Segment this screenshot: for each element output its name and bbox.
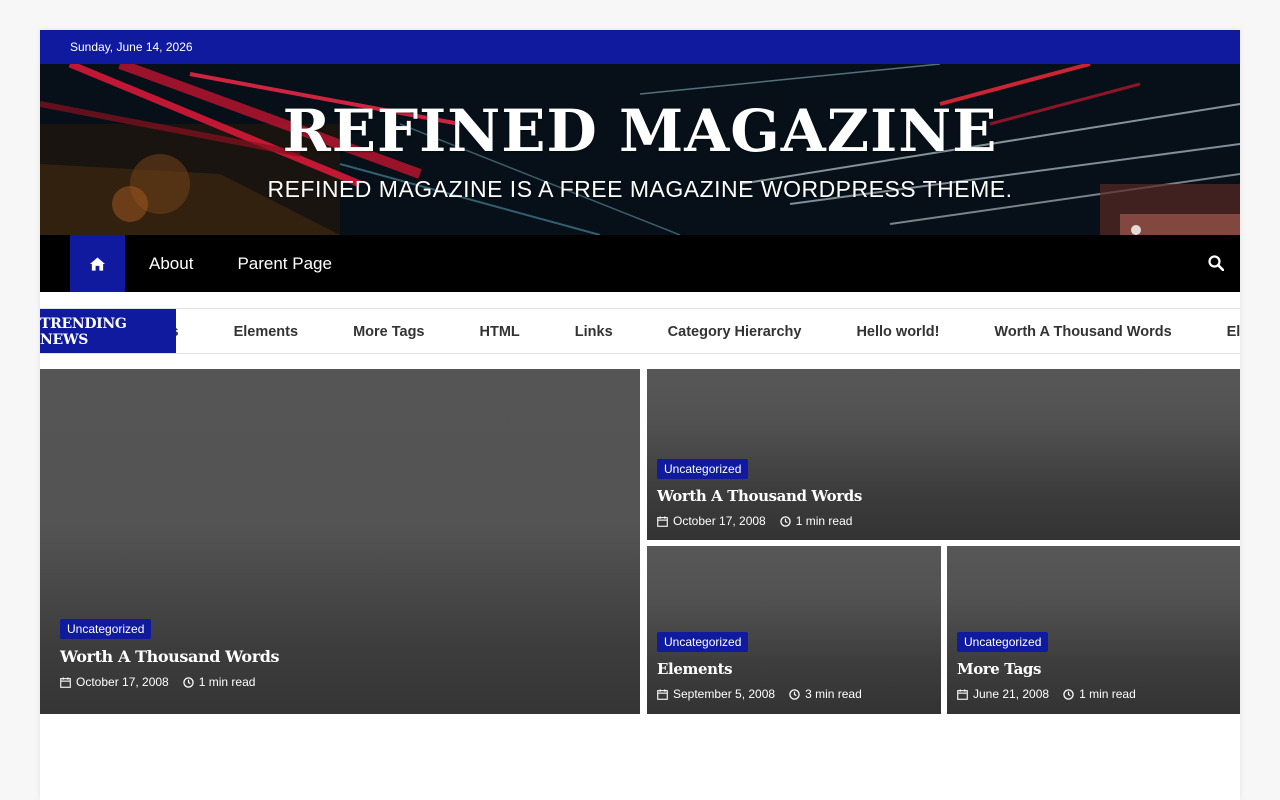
trending-news-ticker: TRENDING NEWS rds Elements More Tags HTM…: [40, 308, 1240, 354]
ticker-item[interactable]: Hello world!: [856, 324, 939, 340]
ticker-item[interactable]: Worth A Thousand Words: [994, 324, 1171, 340]
top-bar: Sunday, June 14, 2026: [40, 30, 1240, 64]
ticker-item[interactable]: Elem: [1227, 324, 1240, 340]
ticker-item[interactable]: Links: [575, 324, 613, 340]
search-button[interactable]: [1206, 253, 1226, 273]
page: Sunday, June 14, 2026 REFINED MAGAZINE R…: [40, 30, 1240, 800]
featured-posts-grid: Uncategorized Worth A Thousand Words Oct…: [40, 369, 1240, 714]
site-tagline: REFINED MAGAZINE IS A FREE MAGAZINE WORD…: [267, 176, 1013, 202]
home-icon: [90, 256, 105, 271]
clock-icon: [1063, 688, 1074, 700]
post-date[interactable]: June 21, 2008: [973, 687, 1049, 701]
clock-icon: [780, 515, 791, 527]
post-meta: October 17, 2008 1 min read: [657, 514, 1230, 528]
nav-item-label: Parent Page: [237, 253, 332, 273]
ticker-item[interactable]: More Tags: [353, 324, 424, 340]
nav-home-button[interactable]: [70, 235, 125, 292]
calendar-icon: [657, 688, 668, 700]
read-time: 1 min read: [1079, 687, 1136, 701]
clock-icon: [789, 688, 800, 700]
category-badge[interactable]: Uncategorized: [60, 619, 152, 639]
featured-post-card[interactable]: Uncategorized More Tags June 21, 2008 1 …: [947, 546, 1240, 714]
post-meta: September 5, 2008 3 min read: [657, 687, 931, 701]
ticker-item[interactable]: Category Hierarchy: [668, 324, 802, 340]
header-banner: REFINED MAGAZINE REFINED MAGAZINE IS A F…: [40, 64, 1240, 235]
ticker-item[interactable]: HTML: [480, 324, 520, 340]
post-title[interactable]: Worth A Thousand Words: [60, 647, 630, 666]
site-title[interactable]: REFINED MAGAZINE: [40, 98, 1240, 164]
main-navigation: About Parent Page: [40, 235, 1240, 292]
read-time: 1 min read: [198, 675, 256, 689]
current-date: Sunday, June 14, 2026: [70, 40, 193, 54]
read-time: 1 min read: [795, 514, 853, 528]
post-date[interactable]: September 5, 2008: [673, 687, 775, 701]
post-meta: October 17, 2008 1 min read: [60, 675, 630, 689]
post-title[interactable]: Elements: [657, 660, 931, 678]
ticker-item[interactable]: Elements: [234, 324, 298, 340]
post-meta: June 21, 2008 1 min read: [957, 687, 1230, 701]
ticker-track: rds Elements More Tags HTML Links Catego…: [40, 309, 1240, 353]
calendar-icon: [957, 688, 968, 700]
category-badge[interactable]: Uncategorized: [957, 632, 1049, 652]
featured-post-card[interactable]: Uncategorized Worth A Thousand Words Oct…: [647, 369, 1240, 540]
post-date[interactable]: October 17, 2008: [76, 675, 169, 689]
nav-item-label: About: [149, 253, 194, 273]
category-badge[interactable]: Uncategorized: [657, 459, 749, 479]
trending-news-label: TRENDING NEWS: [40, 309, 176, 353]
featured-post-card[interactable]: Uncategorized Elements September 5, 2008: [647, 546, 941, 714]
post-date[interactable]: October 17, 2008: [673, 514, 766, 528]
calendar-icon: [657, 515, 668, 527]
nav-item-about[interactable]: About: [125, 235, 215, 292]
calendar-icon: [60, 676, 71, 688]
post-title[interactable]: Worth A Thousand Words: [657, 487, 1230, 505]
nav-item-parent-page[interactable]: Parent Page: [215, 235, 354, 292]
clock-icon: [183, 676, 194, 688]
search-icon: [1208, 255, 1224, 271]
category-badge[interactable]: Uncategorized: [657, 632, 749, 652]
read-time: 3 min read: [805, 687, 862, 701]
post-title[interactable]: More Tags: [957, 660, 1230, 678]
featured-post-card[interactable]: Uncategorized Worth A Thousand Words Oct…: [40, 369, 640, 714]
